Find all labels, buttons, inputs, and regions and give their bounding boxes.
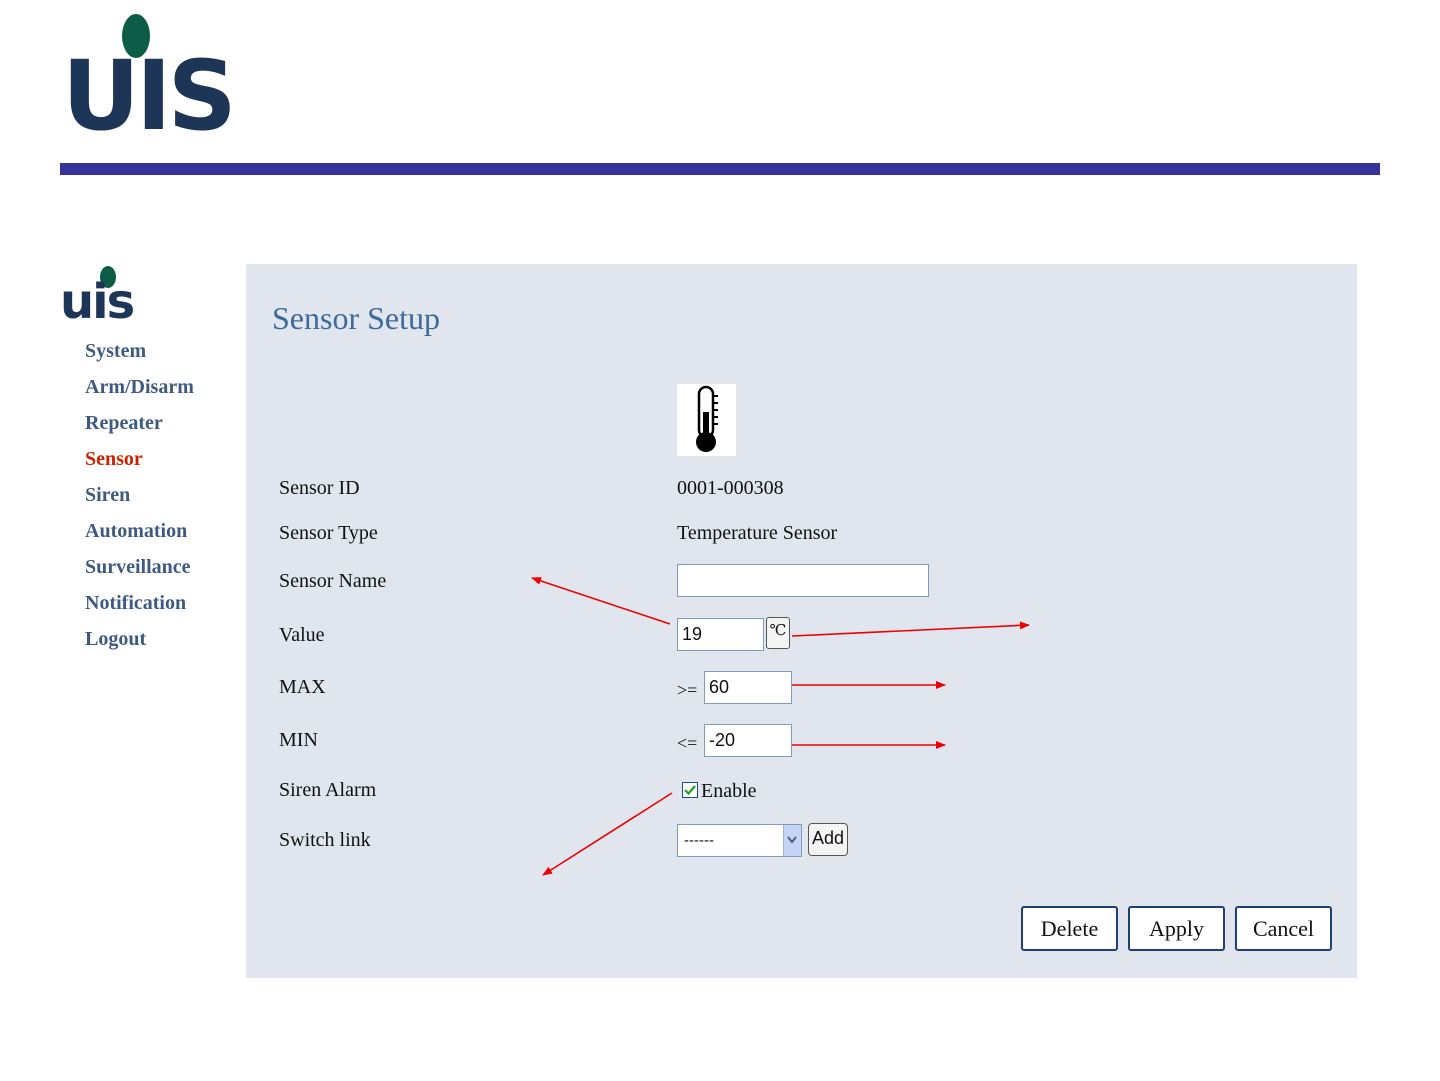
annotation-arrows <box>531 577 1030 876</box>
arrow-to-sensor-name <box>531 577 671 625</box>
arrow-from-unit <box>791 621 1030 637</box>
arrow-to-switch-link <box>542 792 673 876</box>
